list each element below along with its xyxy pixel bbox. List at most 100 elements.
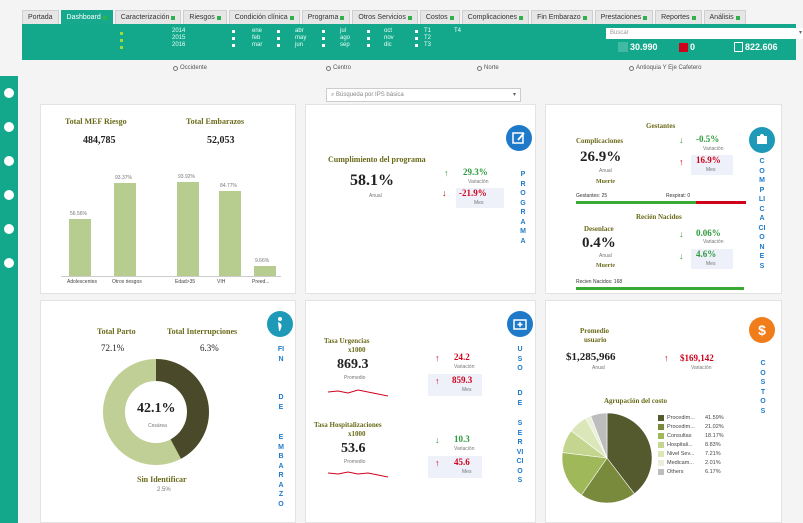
avg-user-label: Promedio [580, 327, 610, 335]
risk-bar-value: 93.92% [178, 174, 195, 181]
month-filter-q3[interactable]: jul ago sep [340, 28, 350, 49]
risk-bar-value: 93.37% [115, 174, 132, 181]
home-nav-icon[interactable] [2, 256, 16, 270]
death-label-2: Muerte [596, 263, 615, 269]
respiratory-death-bar [696, 201, 746, 204]
tab-complicaciones[interactable]: Complicaciones [461, 10, 530, 24]
tab-programa[interactable]: Programa [301, 10, 351, 24]
edit-icon[interactable] [506, 125, 532, 151]
legend-value: 18.17% [705, 432, 724, 439]
hospitalization-rate-label: Tasa Hospitalizaciones [314, 421, 382, 429]
urgency-rate-value: 869.3 [337, 357, 369, 372]
hospital-icon[interactable] [507, 311, 533, 337]
radio-norte[interactable]: Norte [477, 65, 499, 71]
service-use-vertical-3: SERVICIOS [516, 420, 524, 484]
urgency-variation: 24.2 [454, 352, 470, 362]
legend-label: Procedim... [667, 414, 695, 421]
program-up-arrow: ↑ [444, 168, 449, 178]
month-filter-q2[interactable]: abr may jun [295, 28, 306, 49]
tab-status-indicator [407, 15, 412, 20]
tab-caracterizaci-n[interactable]: Caracterización [114, 10, 182, 24]
radio-occidente[interactable]: Occidente [173, 65, 207, 71]
risk-bar[interactable] [177, 182, 199, 276]
urgency-v2-arrow: ↑ [435, 376, 440, 386]
dashboard-nav-icon[interactable] [2, 86, 16, 100]
puzzle-icon[interactable] [749, 127, 775, 153]
mef-risk-label: Total MEF Riesgo [65, 117, 127, 126]
clipboard-nav-icon[interactable] [2, 154, 16, 168]
costs-panel: Promedio usuario $1,285,966 Anual ↑ $169… [545, 300, 782, 523]
kpi-alert: 0 [679, 42, 695, 52]
outcome-variation-sub: Variación [703, 239, 724, 245]
outcome-month: 4.6% [696, 249, 717, 259]
pregnancies-value: 52,053 [207, 135, 235, 146]
legend-swatch [658, 432, 664, 439]
complications-vertical-title: COMPLICACIONES [758, 158, 766, 270]
risk-bar[interactable] [219, 191, 241, 276]
risk-nav-icon[interactable] [2, 120, 16, 134]
complications-value: 26.9% [580, 149, 622, 165]
tab-costos[interactable]: Costos [419, 10, 460, 24]
trimester-t4[interactable]: T4 [454, 28, 461, 35]
tab-fin-embarazo[interactable]: Fin Embarazo [531, 10, 593, 24]
year-indicator [120, 46, 123, 49]
tab-condici-n-cl-nica[interactable]: Condición clínica [228, 10, 300, 24]
legend-value: 21.02% [705, 423, 724, 430]
tab-status-indicator [216, 15, 221, 20]
tab-status-indicator [643, 15, 648, 20]
hospitalization-month-sub: Mes [462, 469, 472, 475]
outcome-month-sub: Mes [706, 261, 716, 267]
outcome-annual: Anual [599, 253, 612, 259]
filter-header: 2014 2015 2016 ene feb mar abr may jun jul ago s… [22, 24, 803, 60]
tab-an-lisis[interactable]: Análisis [703, 10, 746, 24]
program-variation: 29.3% [463, 167, 488, 177]
tab-portada[interactable]: Portada [22, 10, 59, 24]
delivery-label: Total Parto [97, 327, 136, 336]
radio-centro[interactable]: Centro [326, 65, 351, 71]
program-value: 58.1% [350, 172, 394, 189]
pregnancy-nav-icon[interactable] [2, 188, 16, 202]
tab-label: Riesgos [189, 13, 215, 21]
tab-status-indicator [449, 15, 454, 20]
sidebar [0, 76, 18, 523]
legend-value: 6.17% [705, 468, 721, 475]
tab-prestaciones[interactable]: Prestaciones [594, 10, 654, 24]
urgency-rate-unit: x1000 [348, 346, 366, 354]
radio-antioquia[interactable]: Antioquia Y Eje Cafetero [629, 65, 702, 71]
tab-dashboard[interactable]: Dashboard [60, 10, 113, 24]
avg-user-value: $1,285,966 [566, 351, 616, 363]
newborn-death-bar [576, 287, 744, 290]
legend-label: Medicam... [667, 459, 694, 466]
risk-bar-value: 84.77% [220, 183, 237, 190]
cost-variation-sub: Variación [691, 365, 712, 371]
legend-item: Others 6.17% [658, 467, 758, 476]
person-nav-icon[interactable] [2, 222, 16, 236]
dollar-icon[interactable]: $ [749, 317, 775, 343]
risk-bar-value: 9.66% [255, 258, 270, 265]
tab-label: Portada [28, 13, 53, 21]
legend-label: Others [667, 468, 684, 475]
program-sub: Anual [369, 193, 382, 199]
complications-v2-arrow: ↑ [679, 157, 684, 167]
tab-riesgos[interactable]: Riesgos [183, 10, 227, 24]
hospitalization-sparkline [328, 471, 388, 478]
ips-search-select[interactable]: ⌕ Búsqueda por IPS básica ▾ [326, 88, 521, 102]
trimester-filter[interactable]: T1 T2 T3 [424, 28, 431, 49]
year-filter[interactable]: 2014 2015 2016 [172, 28, 185, 49]
tab-status-indicator [171, 15, 176, 20]
tab-label: Caracterización [120, 13, 170, 21]
risk-bar[interactable] [114, 182, 136, 276]
pregnant-death-bar [576, 201, 696, 204]
month-filter-q1[interactable]: ene feb mar [252, 28, 262, 49]
tab-reportes[interactable]: Reportes [655, 10, 702, 24]
unidentified-value: 2.5% [157, 487, 171, 493]
tab-otros-servicios[interactable]: Otros Servicios [352, 10, 418, 24]
kpi-total: 822.606 [734, 42, 778, 52]
risk-bar[interactable] [69, 219, 91, 276]
header-search-input[interactable]: Buscar ▾ [606, 28, 803, 39]
pregnancies-label: Total Embarazos [186, 117, 245, 126]
pregnant-woman-icon[interactable] [267, 311, 293, 337]
month-filter-q4[interactable]: oct nov dic [384, 28, 394, 49]
unidentified-label: Sin Identificar [137, 475, 187, 484]
risk-bar[interactable] [254, 266, 276, 276]
